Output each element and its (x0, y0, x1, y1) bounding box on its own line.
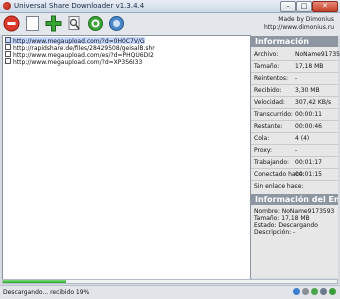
info-row-elapsed: Transcurrido: 00:00:11 (251, 109, 338, 120)
info-value: 00:01:15 (295, 171, 322, 178)
link-info-line: Estado: Descargando (254, 222, 318, 229)
info-row-retries: Reintentos: - (251, 73, 338, 84)
link-icon[interactable] (302, 288, 309, 295)
list-item[interactable]: http://www.megaupload.com/?d=XP3S6I33 (5, 58, 143, 66)
info-value: 4 (4) (295, 135, 310, 142)
info-value: 00:00:46 (295, 123, 322, 130)
info-label: Tamaño: (254, 63, 280, 70)
info-label: Recibido: (254, 87, 282, 94)
link-info-line: Nombre: NoName9173593 (254, 208, 335, 215)
app-icon (3, 2, 11, 10)
stop-button[interactable] (3, 15, 20, 32)
info-row-speed: Velocidad: 307,42 KB/s (251, 97, 338, 108)
website-link[interactable]: http://www.dimonius.ru (264, 24, 334, 32)
blank-page-icon (26, 16, 39, 31)
item-checkbox[interactable] (5, 51, 11, 57)
search-document-icon (68, 16, 80, 30)
info-row-nolink: Sin enlace hace: - (251, 181, 338, 192)
info-row-proxy: Proxy: - (251, 145, 338, 156)
info-value: NoName9173593 (295, 51, 340, 58)
download-list[interactable]: http://www.megaupload.com/?d=0H0C7V/G ht… (2, 35, 251, 280)
info-label: Reintentos: (254, 75, 289, 82)
settings-button[interactable] (87, 15, 104, 32)
new-button[interactable] (24, 15, 41, 32)
info-row-queue: Cola: 4 (4) (251, 133, 338, 144)
info-row-received: Recibido: 3,30 MB (251, 85, 338, 96)
item-checkbox[interactable] (5, 37, 11, 43)
list-item[interactable]: http://rapidshare.de/files/28429508/geis… (5, 44, 155, 52)
settings-icon (88, 16, 103, 31)
info-title: Información (251, 36, 338, 47)
search-document-button[interactable] (66, 15, 83, 32)
made-by-label: Made by Dimonius (278, 16, 334, 23)
info-value: 3,30 MB (295, 87, 320, 94)
item-url: http://www.megaupload.com/?d=XP3S6I33 (13, 59, 143, 66)
help-button[interactable] (108, 15, 125, 32)
link-info-line: Tamaño: 17,18 MB (254, 215, 310, 222)
add-icon (45, 15, 62, 32)
network-icon[interactable] (320, 288, 327, 295)
toolbar: Made by Dimonius http://www.dimonius.ru (0, 13, 340, 35)
list-item[interactable]: http://www.megaupload.com/es/?d=PHQU6DI2 (5, 51, 154, 59)
info-row-remaining: Restante: 00:00:46 (251, 121, 338, 132)
download-progress-bar (2, 279, 338, 284)
progress-fill (3, 280, 67, 283)
status-bar: Descargando... recibido 19% (0, 285, 340, 299)
maximize-button[interactable]: □ (296, 1, 312, 12)
window-title: Universal Share Downloader v1.3.4.4 (14, 2, 145, 10)
item-checkbox[interactable] (5, 44, 11, 50)
info-label: Velocidad: (254, 99, 285, 106)
info-row-connected: Conectado hace: 00:01:15 (251, 169, 338, 180)
info-label: Restante: (254, 123, 283, 130)
link-info-details: Nombre: NoName9173593 Tamaño: 17,18 MB E… (254, 208, 334, 236)
info-row-size: Tamaño: 17,18 MB (251, 61, 338, 72)
info-value: - (295, 147, 298, 154)
info-row-file: Archivo: NoName9173593 (251, 49, 340, 60)
title-bar: Universal Share Downloader v1.3.4.4 – □ … (0, 0, 340, 13)
internet-icon[interactable] (293, 288, 300, 295)
link-info-line: Descripción: - (254, 229, 296, 236)
stop-icon (3, 15, 20, 32)
add-download-button[interactable] (45, 15, 62, 32)
help-icon (109, 16, 124, 31)
minimize-button[interactable]: – (280, 1, 296, 12)
list-item[interactable]: http://www.megaupload.com/?d=0H0C7V/G (5, 37, 145, 45)
info-label: Transcurrido: (254, 111, 293, 118)
info-label: Proxy: (254, 147, 273, 154)
close-button[interactable]: ✕ (312, 1, 338, 12)
info-value: 00:01:17 (295, 159, 322, 166)
credits: Made by Dimonius http://www.dimonius.ru (264, 16, 334, 32)
status-text: Descargando... recibido 19% (3, 289, 90, 296)
info-label: Archivo: (254, 51, 279, 58)
info-panel: Información Archivo: NoName9173593 Tamaño… (251, 35, 340, 278)
app-window: Universal Share Downloader v1.3.4.4 – □ … (0, 0, 340, 299)
info-value: 00:00:11 (295, 111, 322, 118)
power-icon[interactable] (329, 288, 336, 295)
info-label: Trabajando: (254, 159, 290, 166)
info-value: 307,42 KB/s (295, 99, 332, 106)
info-label: Cola: (254, 135, 270, 142)
info-value: - (295, 183, 298, 190)
plugin-icon[interactable] (311, 288, 318, 295)
info-value: 17,18 MB (295, 63, 324, 70)
item-checkbox[interactable] (5, 58, 11, 64)
link-info-title: Información del Enla (251, 194, 338, 205)
info-row-working: Trabajando: 00:01:17 (251, 157, 338, 168)
info-value: - (295, 75, 298, 82)
